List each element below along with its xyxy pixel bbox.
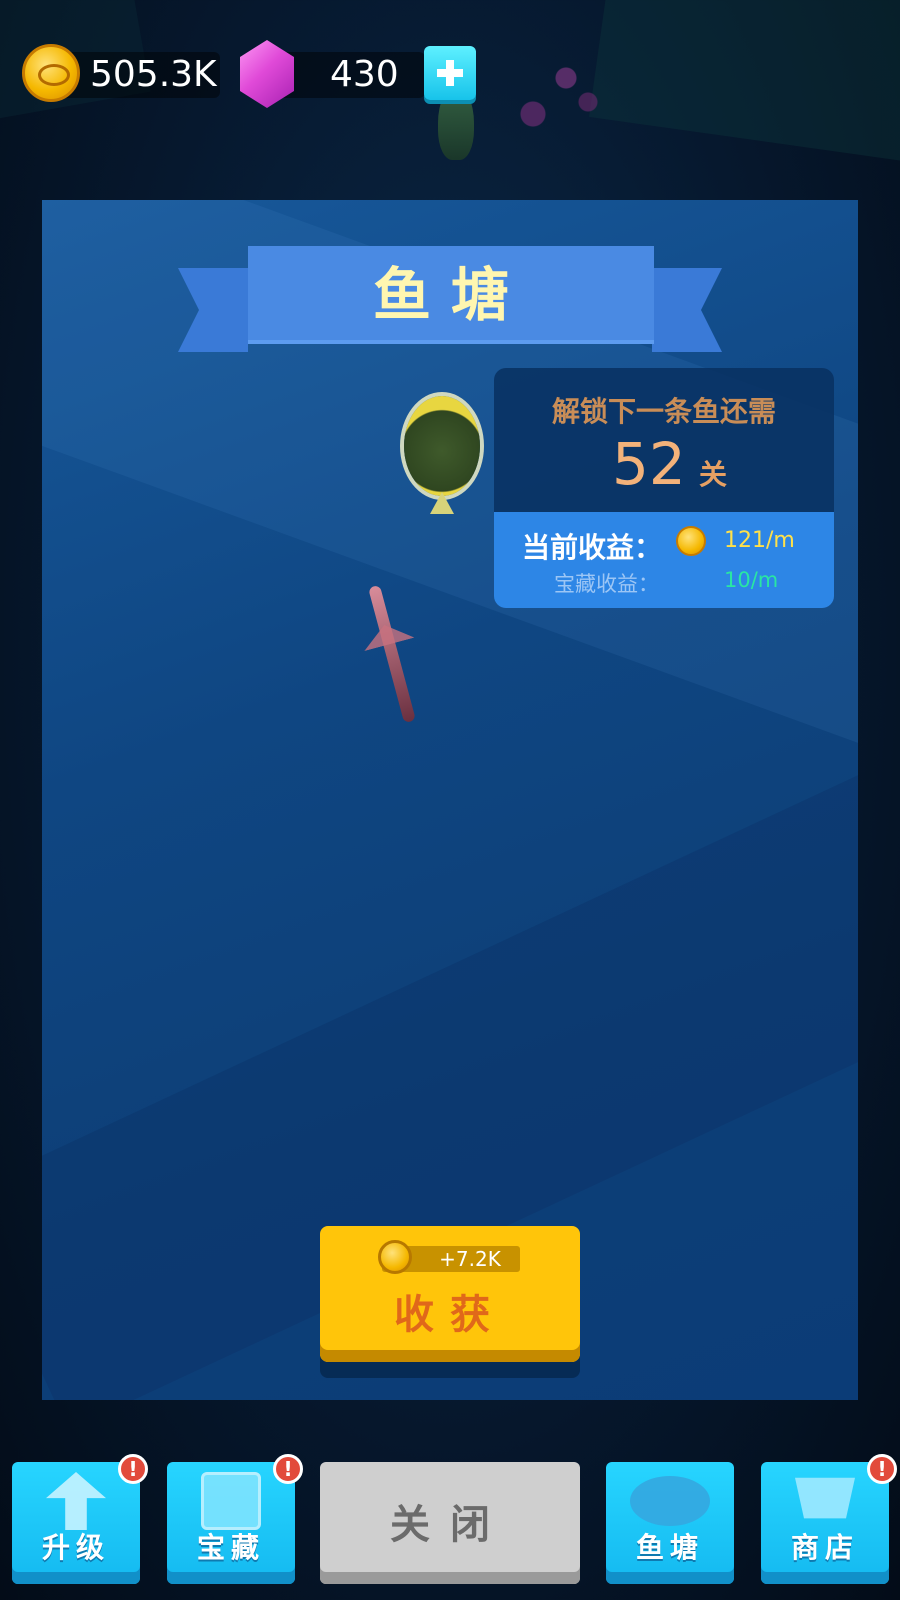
harvest-label: 收获 xyxy=(394,1292,506,1338)
puffer-fish[interactable] xyxy=(396,396,488,516)
shop-button[interactable]: 商店 ! xyxy=(761,1454,897,1584)
coral-decoration xyxy=(500,30,610,150)
background-rock xyxy=(589,0,900,162)
pond-button[interactable]: 鱼塘 xyxy=(606,1462,734,1584)
panel-title: 鱼塘 xyxy=(248,246,654,344)
add-gems-button[interactable] xyxy=(424,46,476,100)
alert-badge: ! xyxy=(118,1454,148,1484)
income-value: 121/m xyxy=(724,528,795,553)
coin-icon xyxy=(676,526,706,556)
coin-value: 505.3K xyxy=(90,54,217,95)
income-label: 当前收益： xyxy=(522,531,663,564)
close-label: 关闭 xyxy=(390,1502,510,1548)
treasure-label: 宝藏 xyxy=(196,1531,265,1564)
puffer-fish-tail xyxy=(430,492,454,514)
fish-pond-icon xyxy=(630,1476,710,1526)
treasure-income-value: 10/m xyxy=(724,568,779,592)
puffer-fish-body xyxy=(404,396,480,496)
unlock-label: 解锁下一条鱼还需 xyxy=(551,395,776,428)
shopping-cart-icon xyxy=(795,1477,855,1519)
income-info-card: 解锁下一条鱼还需 52 关 当前收益： 121/m 宝藏收益： 10/m xyxy=(494,368,834,608)
treasure-chest-icon xyxy=(201,1472,261,1530)
coin-icon xyxy=(378,1240,412,1274)
alert-badge: ! xyxy=(273,1454,303,1484)
upgrade-button[interactable]: 升级 ! xyxy=(12,1454,148,1584)
alert-badge: ! xyxy=(867,1454,897,1484)
unlock-unit: 关 xyxy=(699,458,728,491)
treasure-income-label: 宝藏收益： xyxy=(554,572,659,596)
treasure-button[interactable]: 宝藏 ! xyxy=(167,1454,303,1584)
swordfish-body xyxy=(368,584,416,724)
coin-icon xyxy=(22,44,80,102)
shop-label: 商店 xyxy=(790,1531,859,1564)
upgrade-label: 升级 xyxy=(41,1531,110,1564)
gem-value: 430 xyxy=(330,54,399,95)
harvest-reward: +7.2K xyxy=(439,1247,501,1271)
upgrade-arrow-icon xyxy=(46,1472,106,1530)
unlock-number: 52 xyxy=(612,430,686,498)
harvest-button[interactable]: +7.2K 收获 xyxy=(320,1226,580,1362)
close-button[interactable]: 关闭 xyxy=(320,1462,580,1584)
pond-label: 鱼塘 xyxy=(635,1531,704,1564)
